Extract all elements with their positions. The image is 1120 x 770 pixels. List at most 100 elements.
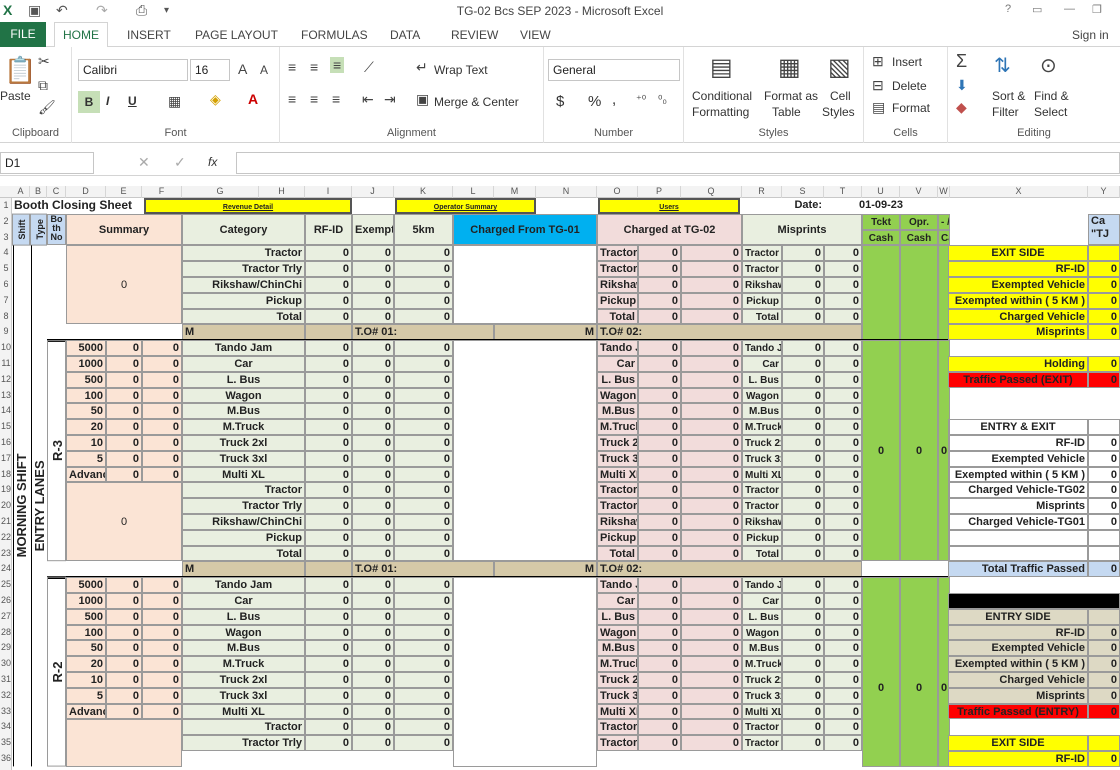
5km-cell[interactable]: 0 <box>394 387 453 404</box>
misprint-cell[interactable]: 0 <box>824 261 862 277</box>
charged-cell[interactable]: 0 <box>681 498 742 514</box>
denomination-count[interactable]: 0 <box>106 403 142 420</box>
misprint-veh-cell[interactable]: Wagon <box>742 624 782 641</box>
vehicle-cell[interactable]: Truck 3xl <box>182 450 305 467</box>
category-cell[interactable]: Pickup <box>182 529 305 546</box>
misprint-cell[interactable]: 0 <box>824 624 862 641</box>
exempted-cell[interactable]: 0 <box>352 703 394 720</box>
5km-cell[interactable]: 0 <box>394 356 453 372</box>
number-format-box[interactable]: General <box>548 59 680 81</box>
tab-insert[interactable]: INSERT <box>127 28 171 42</box>
side-value-es-charged[interactable]: 0 <box>1088 672 1120 688</box>
column-header[interactable]: Y <box>1088 186 1120 198</box>
column-header[interactable]: I <box>305 186 352 198</box>
side-label-es-rfid[interactable]: RF-ID <box>948 624 1088 641</box>
rfid-cell[interactable]: 0 <box>305 371 352 388</box>
opr-cash-value[interactable]: 0 <box>900 340 938 562</box>
rfid-cell[interactable]: 0 <box>305 735 352 751</box>
column-header[interactable]: P <box>638 186 681 198</box>
5km-cell[interactable]: 0 <box>394 624 453 641</box>
5km-cell[interactable]: 0 <box>394 687 453 704</box>
type-header[interactable]: Type <box>30 213 47 246</box>
denomination-amount[interactable]: 0 <box>142 371 182 388</box>
row-header[interactable]: 17 <box>0 451 12 467</box>
misprint-cat-cell[interactable]: Tractor <box>742 245 782 262</box>
summary-total[interactable]: 0 <box>66 245 182 325</box>
misprint-cell[interactable]: 0 <box>824 450 862 467</box>
charged-cell[interactable]: 0 <box>681 356 742 372</box>
date-label[interactable]: Date: <box>782 198 824 214</box>
denomination-count[interactable]: 0 <box>106 640 142 657</box>
side-label-exit-side[interactable]: EXIT SIDE <box>948 245 1088 262</box>
denomination-cell[interactable]: 500 <box>66 608 106 625</box>
column-header[interactable]: W <box>938 186 950 198</box>
category-cell[interactable]: Tractor <box>182 245 305 262</box>
side-label-ee-charged01[interactable]: Charged Vehicle-TG01 <box>948 514 1088 530</box>
charged-cell[interactable]: 0 <box>681 482 742 499</box>
row-header[interactable]: 7 <box>0 293 12 309</box>
row-header[interactable]: 25 <box>0 577 12 593</box>
booth-header[interactable]: Bo th No <box>47 213 66 246</box>
borders-icon[interactable]: ▦ <box>168 93 181 110</box>
charged-cell[interactable]: 0 <box>681 514 742 530</box>
column-header[interactable]: O <box>597 186 638 198</box>
side-label-rfid-2[interactable]: RF-ID <box>948 751 1088 767</box>
font-color-icon[interactable]: A <box>248 91 258 107</box>
misprint-cat-cell[interactable]: Tractor <box>742 482 782 499</box>
tckt-cash-value[interactable]: 0 <box>862 577 900 767</box>
misprint-cell[interactable]: 0 <box>782 608 824 625</box>
misprint-cell[interactable]: 0 <box>824 735 862 751</box>
ca-header[interactable]: Ca "TJ <box>1088 213 1120 246</box>
misprint-veh-cell[interactable]: M.Bus <box>742 640 782 657</box>
rfid-cell[interactable]: 0 <box>305 466 352 483</box>
side-value-exempted[interactable]: 0 <box>1088 277 1120 293</box>
summary-total[interactable]: 0 <box>66 482 182 562</box>
denomination-cell[interactable]: 10 <box>66 672 106 688</box>
misprint-veh-cell[interactable]: Tando Jam <box>742 340 782 356</box>
exempted-cell[interactable]: 0 <box>352 356 394 372</box>
side-value-es-exempted5[interactable]: 0 <box>1088 656 1120 672</box>
charged-cell[interactable]: 0 <box>638 672 681 688</box>
rfid-cell[interactable]: 0 <box>305 387 352 404</box>
delete-cells-button[interactable]: Delete <box>892 79 927 93</box>
side-blank[interactable] <box>1088 529 1120 546</box>
row-header[interactable]: 5 <box>0 261 12 277</box>
denomination-amount[interactable]: 0 <box>142 435 182 451</box>
row-header[interactable]: 21 <box>0 514 12 530</box>
misprint-cell[interactable]: 0 <box>824 371 862 388</box>
5km-cell[interactable]: 0 <box>394 735 453 751</box>
copy-icon[interactable]: ⧉ <box>38 77 48 94</box>
exempted-cell[interactable]: 0 <box>352 719 394 736</box>
insert-function-button[interactable]: fx <box>208 155 217 169</box>
charged-cell[interactable]: 0 <box>681 672 742 688</box>
misprint-cell[interactable]: 0 <box>824 703 862 720</box>
charged-cell[interactable]: 0 <box>638 308 681 325</box>
charged-cell[interactable]: 0 <box>638 466 681 483</box>
exempted-cell[interactable]: 0 <box>352 292 394 309</box>
denomination-count[interactable]: 0 <box>106 340 142 356</box>
row-header[interactable]: 19 <box>0 482 12 498</box>
5km-cell[interactable]: 0 <box>394 498 453 514</box>
column-header[interactable]: F <box>142 186 182 198</box>
row-header[interactable]: 9 <box>0 324 12 340</box>
side-black-bar[interactable] <box>948 593 1120 609</box>
charged-at-header[interactable]: Charged at TG-02 <box>597 213 742 246</box>
enter-formula-icon[interactable]: ✓ <box>174 154 186 171</box>
charged-cell[interactable]: 0 <box>681 403 742 420</box>
column-header[interactable]: B <box>30 186 47 198</box>
misprint-cell[interactable]: 0 <box>782 450 824 467</box>
5km-header[interactable]: 5km <box>394 213 453 246</box>
m-cell[interactable] <box>305 324 352 341</box>
misprint-veh-cell[interactable]: Wagon <box>742 387 782 404</box>
charged-from-area[interactable] <box>453 577 597 767</box>
misprint-cell[interactable]: 0 <box>824 656 862 672</box>
misprint-cell[interactable]: 0 <box>782 466 824 483</box>
cut-icon[interactable]: ✂ <box>38 53 50 70</box>
exempted-cell[interactable]: 0 <box>352 435 394 451</box>
misprint-veh-cell[interactable]: M.Truck <box>742 656 782 672</box>
misprint-cell[interactable]: 0 <box>782 277 824 293</box>
rfid-cell[interactable]: 0 <box>305 308 352 325</box>
rfid-cell[interactable]: 0 <box>305 703 352 720</box>
vehicle-cell[interactable]: M.Truck <box>182 656 305 672</box>
column-header[interactable]: X <box>950 186 1088 198</box>
